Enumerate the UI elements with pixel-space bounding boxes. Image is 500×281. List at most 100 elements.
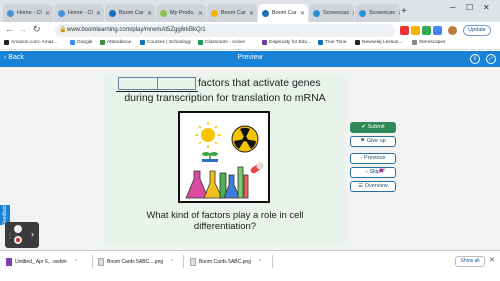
prompt-line-2: during transcription for translation to … (124, 92, 326, 104)
chevron-up-icon[interactable]: ⌃ (258, 259, 262, 265)
tab-label: Boom Car (119, 10, 144, 16)
profile-avatar-icon[interactable] (448, 26, 457, 35)
file-icon (6, 257, 12, 266)
give-up-label: Give up (366, 138, 386, 144)
tab-favicon-icon (58, 9, 65, 17)
maximize-icon[interactable]: ☐ (466, 3, 473, 12)
prompt-line-1: factors that activate genes (198, 77, 321, 89)
mouse-cursor-icon: ☛ (379, 166, 387, 175)
tab-favicon-icon (7, 9, 14, 17)
science-illustration (178, 111, 270, 203)
tab-label: Screencas (323, 10, 349, 16)
bookmark[interactable]: Edgenuity for Edu... (262, 40, 311, 45)
update-button[interactable]: Update (463, 25, 491, 36)
bookmark[interactable]: Google (70, 40, 92, 45)
give-up-button[interactable]: ⚑ Give up (350, 136, 396, 147)
previous-button[interactable]: ‹ Previous (350, 153, 396, 164)
forward-arrow-icon[interactable]: → (18, 24, 27, 34)
back-arrow-icon[interactable]: ← (5, 24, 14, 34)
browser-tab[interactable]: Screencas ✕ (355, 4, 400, 22)
tab-close-icon[interactable]: ✕ (96, 10, 101, 17)
browser-tab[interactable]: Screencas ✕ (309, 4, 354, 22)
download-label: Untitled_ Apr 6,...webm (15, 258, 67, 265)
bookmark[interactable]: Courses | Schoology (140, 40, 191, 45)
bookmark-label: Google (77, 40, 93, 45)
screen-recorder-widget: ⋮⋮ › (5, 222, 39, 248)
divider (92, 255, 93, 268)
info-icon[interactable]: i (470, 54, 480, 64)
tab-label: My Produ (170, 10, 194, 16)
url-field[interactable]: 🔒 www.boomlearning.com/play/mrwmAt5Zgg6r… (55, 24, 395, 37)
browser-tab[interactable]: Boom Car ✕ (207, 4, 257, 22)
attendance-icon (100, 40, 105, 45)
tab-close-icon[interactable]: ✕ (352, 10, 354, 17)
bookmark[interactable]: Classroom - Active (198, 40, 245, 45)
download-item[interactable]: Untitled_ Apr 6,...webm ⌃ (6, 256, 78, 267)
bookmarks-bar: Amazon.com: Amaz... Google Attendance Co… (0, 39, 500, 50)
tab-favicon-icon (160, 9, 167, 17)
schoology-icon (140, 40, 145, 45)
extension-icon[interactable] (400, 26, 409, 35)
tab-favicon-icon (109, 9, 116, 17)
tab-close-icon[interactable]: ✕ (198, 10, 203, 17)
download-item[interactable]: Boom Cards 5ABC.png ⌃ (190, 256, 262, 267)
tab-close-icon[interactable]: ✕ (147, 10, 152, 17)
extension-icon[interactable] (433, 26, 442, 35)
tab-close-icon[interactable]: ✕ (45, 10, 50, 17)
browser-tab-active[interactable]: Boom Car ✕ (258, 4, 308, 22)
minimize-icon[interactable]: ─ (450, 3, 456, 12)
close-downloads-icon[interactable]: ✕ (489, 256, 495, 264)
browser-tab[interactable]: My Produ ✕ (156, 4, 206, 22)
bookmark-label: Attendance (107, 40, 132, 45)
download-item[interactable]: Boom Cards 5ABC....png ⌃ (98, 256, 174, 267)
previous-label: Previous (363, 155, 386, 161)
expand-icon[interactable]: ⤢ (486, 54, 496, 64)
tab-close-icon[interactable]: ✕ (398, 10, 400, 17)
lab-illustration-icon (185, 122, 264, 199)
address-bar-row: ← → ↻ 🔒 www.boomlearning.com/play/mrwmAt… (0, 22, 500, 39)
window-close-icon[interactable]: ✕ (483, 3, 490, 12)
reload-icon[interactable]: ↻ (33, 24, 41, 35)
classroom-icon (198, 40, 203, 45)
answer-blank[interactable] (118, 77, 196, 90)
submit-label: Submit (367, 124, 385, 130)
chevron-up-icon[interactable]: ⌃ (74, 259, 78, 265)
tab-close-icon[interactable]: ✕ (300, 10, 305, 17)
bookmark[interactable]: Newsela| Lesson... (355, 40, 402, 45)
question-text: What kind of factors play a role in cell… (146, 210, 304, 232)
file-icon (190, 257, 196, 266)
overview-button[interactable]: ☰ Overview (350, 181, 396, 192)
bookmark-label: True Time (325, 40, 347, 45)
skip-button[interactable]: › Skip (350, 167, 396, 178)
bookmark[interactable]: Attendance (100, 40, 131, 45)
tab-label: Home - Cl (68, 10, 93, 16)
bookmark-label: Courses | Schoology (147, 40, 192, 45)
tab-close-icon[interactable]: ✕ (249, 10, 254, 17)
new-tab-button[interactable]: + (401, 6, 407, 17)
divider (183, 255, 184, 268)
browser-tab[interactable]: Boom Car ✕ (105, 4, 155, 22)
bottom-strip (0, 270, 500, 281)
submit-button[interactable]: ✔ Submit (350, 122, 396, 133)
newsela-icon (355, 40, 360, 45)
browser-tab[interactable]: Home - Cl ✕ (54, 4, 104, 22)
show-all-button[interactable]: Show all (455, 256, 485, 267)
tab-favicon-icon (262, 9, 269, 17)
google-icon (70, 40, 75, 45)
webcam-toggle-icon[interactable] (14, 225, 22, 233)
extension-icon[interactable] (422, 26, 431, 35)
bookmark[interactable]: True Time (318, 40, 346, 45)
bookmark[interactable]: Stemscopes (412, 40, 445, 45)
browser-tab[interactable]: Home - Cl ✕ (3, 4, 53, 22)
boom-card: factors that activate genes during trans… (104, 74, 346, 246)
amazon-icon (4, 40, 9, 45)
extension-icon[interactable] (411, 26, 420, 35)
downloads-bar: Untitled_ Apr 6,...webm ⌃ Boom Cards 5AB… (0, 250, 500, 270)
chevron-up-icon[interactable]: ⌃ (170, 259, 174, 265)
stemscopes-icon (412, 40, 417, 45)
bookmark[interactable]: Amazon.com: Amaz... (4, 40, 58, 45)
record-icon[interactable] (14, 236, 22, 244)
tab-favicon-icon (359, 9, 366, 17)
divider (272, 255, 273, 268)
collapse-arrow-icon[interactable]: › (31, 229, 34, 239)
